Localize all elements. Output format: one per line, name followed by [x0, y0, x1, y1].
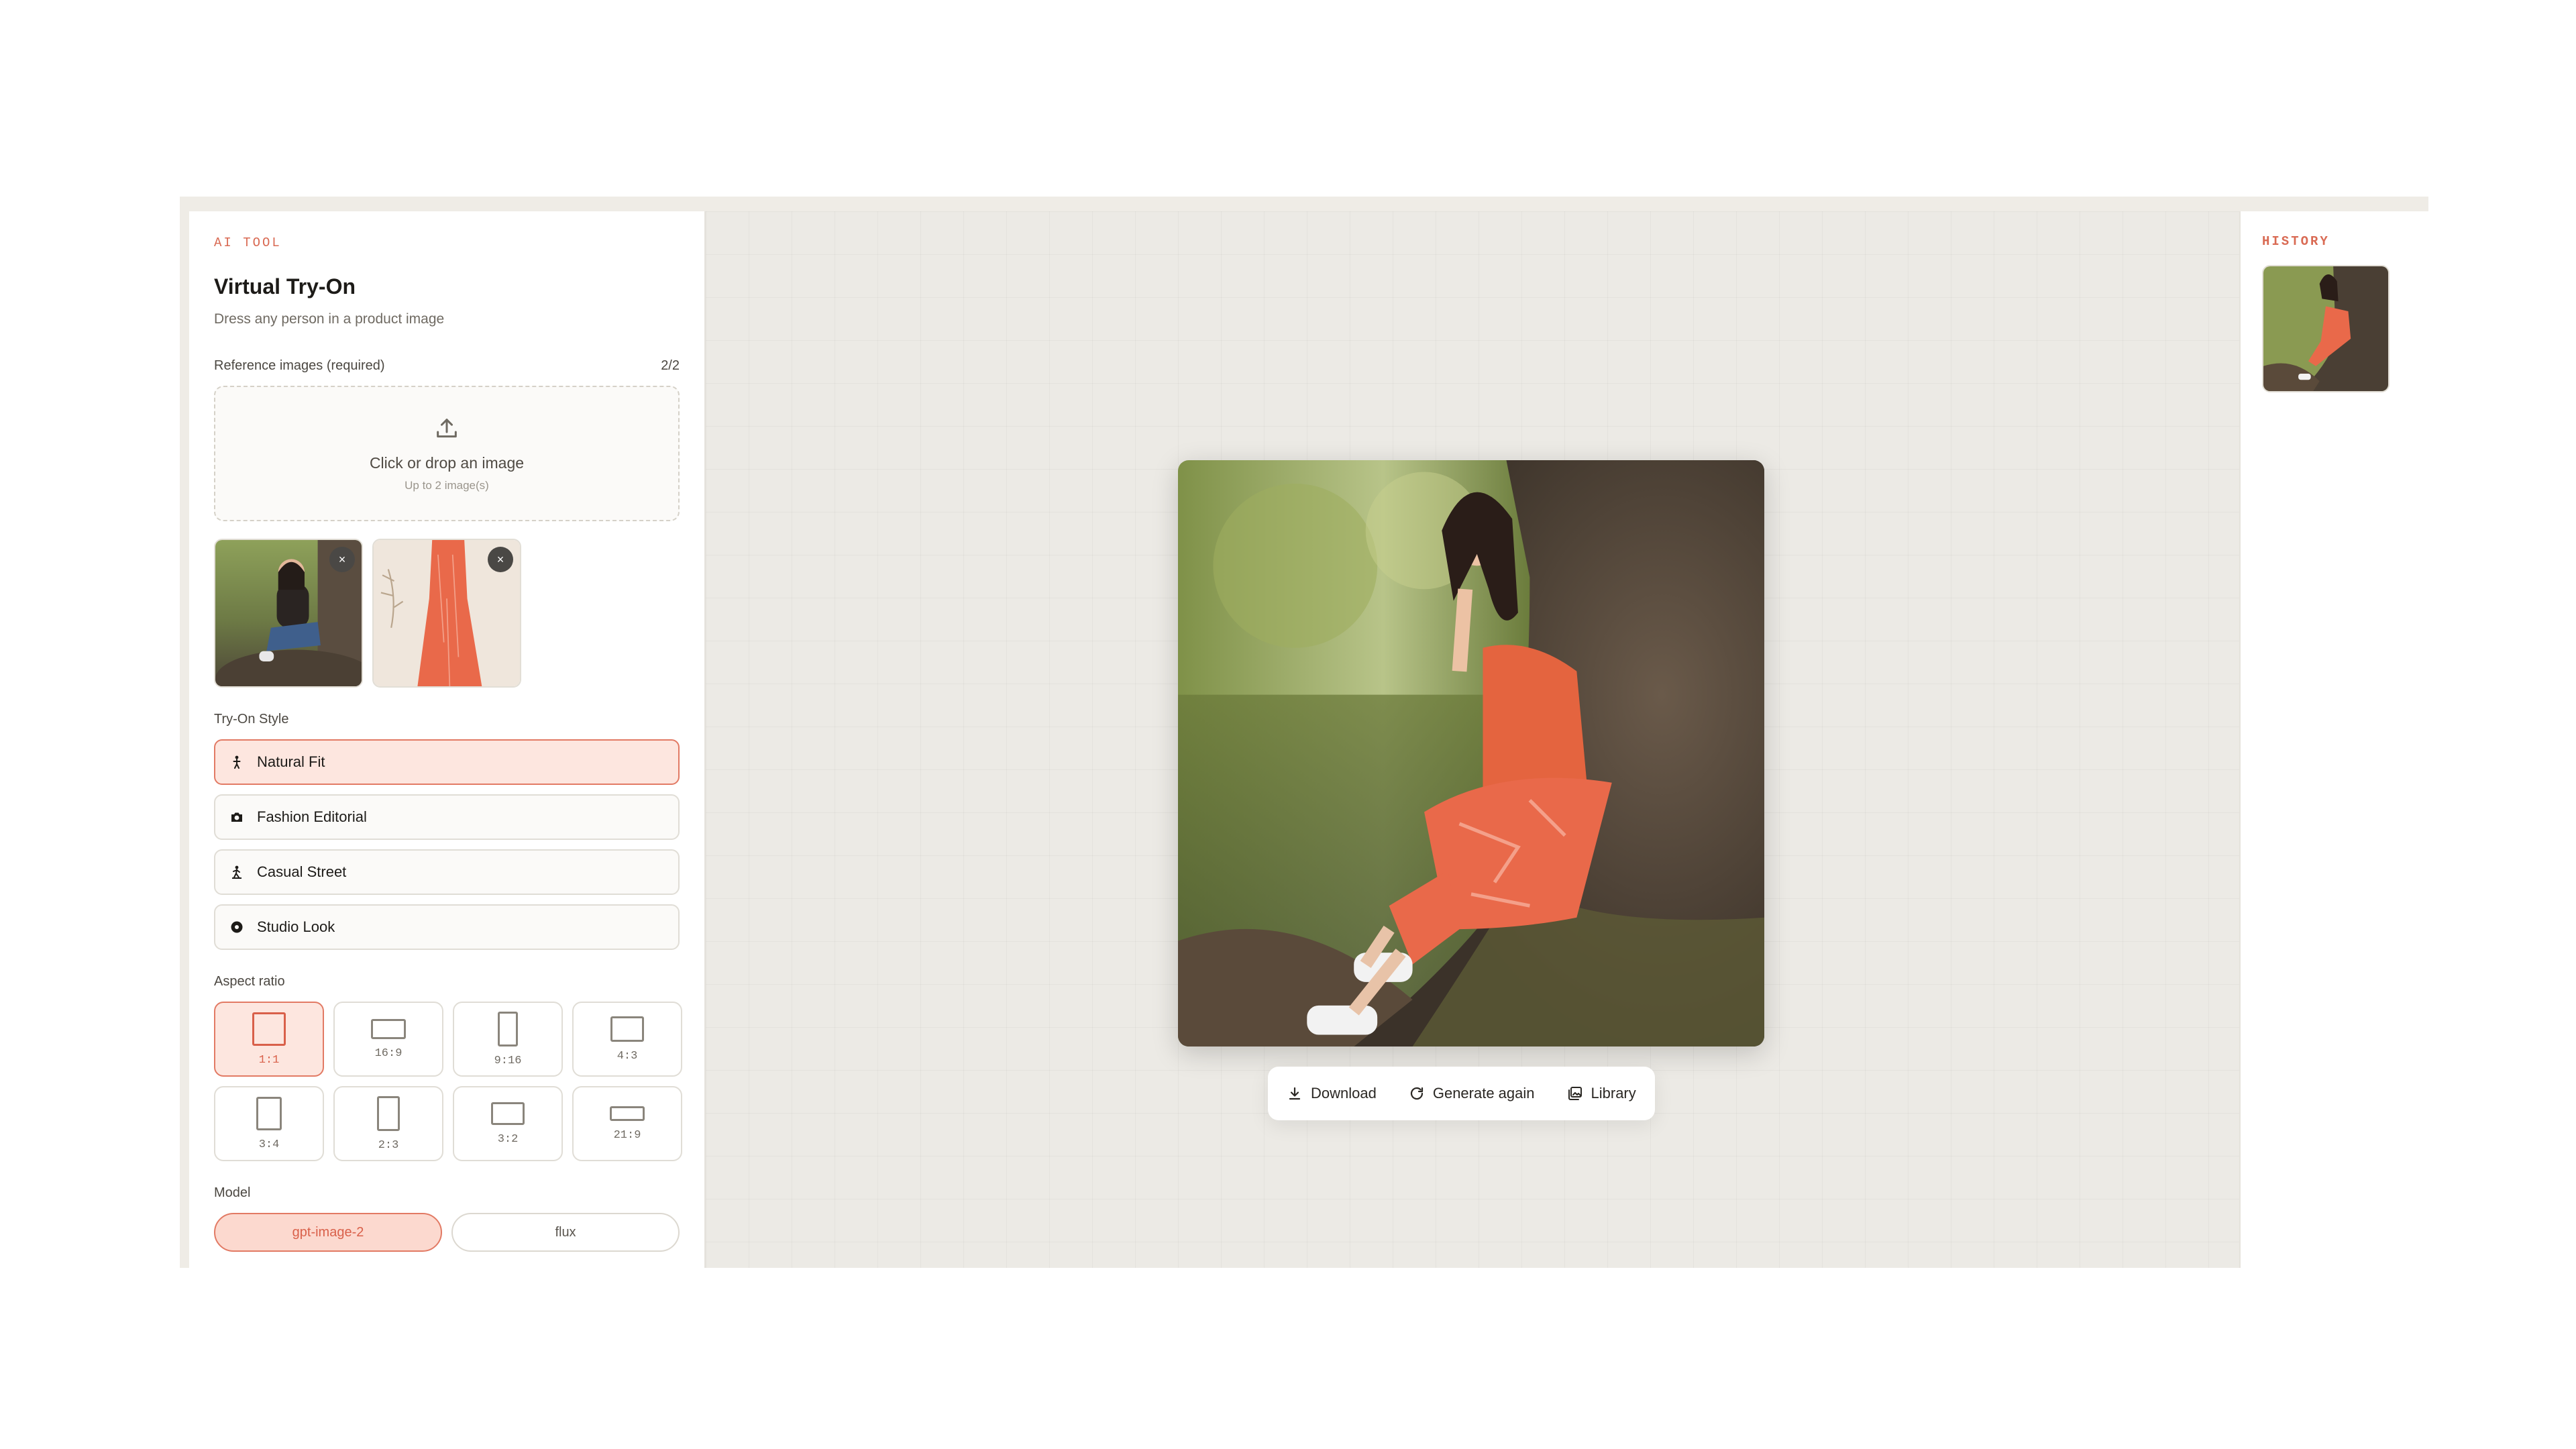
- download-label: Download: [1311, 1085, 1377, 1102]
- tool-eyebrow: AI TOOL: [214, 235, 282, 250]
- canvas-area: Download Generate again Library: [706, 211, 2239, 1268]
- style-option-label: Casual Street: [257, 863, 347, 880]
- refresh-icon: [1410, 1087, 1423, 1100]
- page-subtitle: Dress any person in a product image: [214, 311, 445, 327]
- generate-again-button[interactable]: Generate again: [1409, 1085, 1535, 1102]
- page-title: Virtual Try-On: [214, 274, 356, 299]
- ratio-label: 21:9: [613, 1128, 641, 1142]
- result-toolbar: Download Generate again Library: [1268, 1067, 1655, 1120]
- ratio-shape-icon: [371, 1018, 406, 1039]
- ratio-label: 4:3: [616, 1049, 638, 1063]
- upload-main-text: Click or drop an image: [369, 453, 525, 472]
- model-selector: gpt-image-2 flux: [214, 1213, 680, 1252]
- history-label: HISTORY: [2262, 234, 2330, 249]
- record-icon: [229, 919, 245, 935]
- camera-icon: [229, 809, 245, 825]
- ratio-shape-icon: [610, 1016, 644, 1042]
- reference-thumbnails: × ×: [214, 539, 680, 688]
- generated-image[interactable]: [1178, 460, 1764, 1046]
- library-icon: [1568, 1087, 1582, 1100]
- aspect-ratio-grid: 1:1 16:9 9:16 4:3 3:4 2:3 3:2 21:9: [214, 1002, 682, 1161]
- download-icon: [1289, 1087, 1301, 1100]
- model-option-flux[interactable]: flux: [451, 1213, 680, 1252]
- ratio-shape-icon: [498, 1011, 518, 1046]
- style-option-casual-street[interactable]: Casual Street: [214, 849, 680, 895]
- aspect-option-1-1[interactable]: 1:1: [214, 1002, 324, 1077]
- aspect-option-4-3[interactable]: 4:3: [572, 1002, 682, 1077]
- upload-dropzone[interactable]: Click or drop an image Up to 2 image(s): [214, 386, 680, 521]
- style-option-natural-fit[interactable]: Natural Fit: [214, 739, 680, 785]
- reference-count: 2/2: [661, 358, 680, 373]
- generate-again-label: Generate again: [1432, 1085, 1535, 1102]
- ratio-shape-icon: [377, 1095, 400, 1131]
- style-option-label: Natural Fit: [257, 753, 325, 770]
- aspect-label: Aspect ratio: [214, 974, 285, 989]
- ratio-label: 3:2: [497, 1132, 519, 1146]
- style-option-fashion-editorial[interactable]: Fashion Editorial: [214, 794, 680, 840]
- library-label: Library: [1591, 1085, 1636, 1102]
- history-thumbnail[interactable]: [2262, 265, 2390, 392]
- ratio-shape-icon: [610, 1106, 645, 1121]
- model-label: Model: [214, 1185, 251, 1200]
- model-option-gpt-image-2[interactable]: gpt-image-2: [214, 1213, 442, 1252]
- app-window: AI TOOL Virtual Try-On Dress any person …: [180, 197, 2428, 1268]
- walking-icon: [229, 864, 245, 880]
- upload-icon: [437, 418, 457, 437]
- person-icon: [229, 754, 245, 770]
- ratio-label: 2:3: [378, 1138, 399, 1152]
- aspect-option-9-16[interactable]: 9:16: [453, 1002, 563, 1077]
- aspect-option-3-4[interactable]: 3:4: [214, 1086, 324, 1161]
- aspect-option-16-9[interactable]: 16:9: [333, 1002, 443, 1077]
- ratio-shape-icon: [256, 1096, 282, 1130]
- style-option-label: Studio Look: [257, 918, 335, 935]
- reference-thumbnail-person[interactable]: ×: [214, 539, 363, 688]
- download-button[interactable]: Download: [1287, 1085, 1377, 1102]
- upload-sub-text: Up to 2 image(s): [405, 478, 489, 492]
- library-button[interactable]: Library: [1567, 1085, 1636, 1102]
- ratio-label: 3:4: [258, 1138, 280, 1151]
- style-option-studio-look[interactable]: Studio Look: [214, 904, 680, 950]
- style-list: Natural Fit Fashion Editorial Casual Str…: [214, 739, 680, 950]
- history-photo: [2263, 266, 2388, 391]
- aspect-option-21-9[interactable]: 21:9: [572, 1086, 682, 1161]
- aspect-option-2-3[interactable]: 2:3: [333, 1086, 443, 1161]
- reference-label: Reference images (required): [214, 358, 385, 373]
- style-option-label: Fashion Editorial: [257, 808, 367, 825]
- ratio-label: 16:9: [374, 1046, 402, 1060]
- ratio-shape-icon: [252, 1012, 286, 1046]
- remove-image-button[interactable]: ×: [488, 547, 513, 572]
- result-photo: [1178, 460, 1764, 1046]
- aspect-option-3-2[interactable]: 3:2: [453, 1086, 563, 1161]
- ratio-shape-icon: [491, 1102, 525, 1125]
- remove-image-button[interactable]: ×: [329, 547, 355, 572]
- history-panel: HISTORY: [2239, 211, 2428, 1268]
- style-label: Try-On Style: [214, 712, 289, 727]
- settings-panel: AI TOOL Virtual Try-On Dress any person …: [189, 211, 706, 1268]
- reference-thumbnail-dress[interactable]: ×: [372, 539, 521, 688]
- ratio-label: 9:16: [494, 1054, 522, 1067]
- ratio-label: 1:1: [258, 1053, 280, 1067]
- reference-header: Reference images (required) 2/2: [214, 358, 680, 374]
